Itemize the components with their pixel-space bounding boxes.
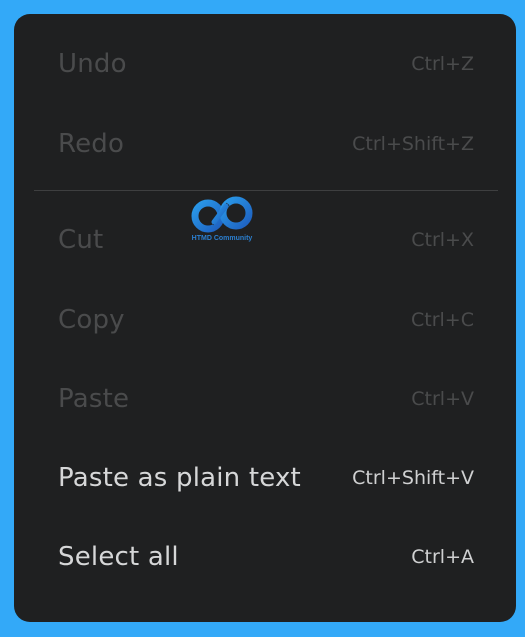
htmd-logo-icon	[191, 196, 253, 233]
watermark-text: HTMD Community	[191, 235, 253, 242]
menu-item-label: Select all	[58, 542, 179, 572]
menu-item-shortcut: Ctrl+X	[411, 229, 474, 251]
menu-item-copy[interactable]: Copy Ctrl+C	[14, 281, 516, 359]
menu-item-paste-as-plain-text[interactable]: Paste as plain text Ctrl+Shift+V	[14, 439, 516, 517]
menu-item-label: Redo	[58, 129, 125, 159]
menu-item-paste[interactable]: Paste Ctrl+V	[14, 360, 516, 438]
menu-item-shortcut: Ctrl+Shift+Z	[352, 133, 474, 155]
menu-item-shortcut: Ctrl+Z	[411, 53, 474, 75]
menu-item-cut[interactable]: Cut Ctrl+X	[14, 201, 516, 279]
menu-item-label: Cut	[58, 225, 104, 255]
menu-item-shortcut: Ctrl+V	[411, 388, 474, 410]
menu-item-select-all[interactable]: Select all Ctrl+A	[14, 518, 516, 596]
menu-item-shortcut: Ctrl+C	[411, 309, 474, 331]
menu-item-shortcut: Ctrl+Shift+V	[352, 467, 474, 489]
menu-item-label: Paste	[58, 384, 130, 414]
menu-item-redo[interactable]: Redo Ctrl+Shift+Z	[14, 105, 516, 183]
menu-item-shortcut: Ctrl+A	[411, 546, 474, 568]
menu-separator	[34, 190, 498, 191]
menu-item-label: Undo	[58, 49, 127, 79]
menu-item-label: Copy	[58, 305, 125, 335]
context-menu: Undo Ctrl+Z Redo Ctrl+Shift+Z Cut Ctrl+X…	[14, 14, 516, 622]
menu-item-label: Paste as plain text	[58, 463, 301, 493]
menu-item-undo[interactable]: Undo Ctrl+Z	[14, 25, 516, 103]
watermark: HTMD Community	[186, 194, 258, 246]
